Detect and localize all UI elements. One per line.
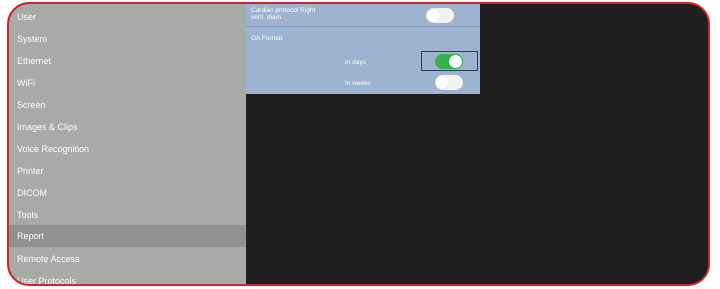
sidebar-item-label: Images & Clips (17, 122, 78, 132)
cardiac-protocol-label: Cardiac protocol Right vent. diam. (251, 7, 315, 21)
sidebar-item-user-protocols[interactable]: User Protocols (9, 270, 246, 286)
sidebar-item-remote-access[interactable]: Remote Access (9, 248, 246, 270)
sidebar-item-system[interactable]: System (9, 28, 246, 50)
sidebar-item-report[interactable]: Report (9, 225, 246, 247)
sidebar-item-label: User Protocols (17, 276, 77, 286)
sidebar-item-label: Printer (17, 166, 44, 176)
sidebar-item-label: Ethernet (17, 56, 52, 66)
sidebar-item-label: DICOM (17, 188, 47, 198)
sidebar-item-wifi[interactable]: WiFi (9, 72, 246, 94)
in-weeks-label: In weeks (345, 80, 371, 87)
row-divider (246, 26, 480, 27)
in-days-toggle[interactable] (435, 54, 463, 69)
toggle-knob (427, 9, 440, 22)
toggle-knob (436, 76, 449, 89)
sidebar-item-user[interactable]: User (9, 6, 246, 28)
sidebar-item-ethernet[interactable]: Ethernet (9, 50, 246, 72)
sidebar-item-label: Remote Access (17, 254, 80, 264)
sidebar-item-label: System (17, 34, 48, 44)
sidebar-item-label: Screen (17, 100, 46, 110)
sidebar-item-voice-recognition[interactable]: Voice Recognition (9, 138, 246, 160)
settings-window: User System Ethernet WiFi Screen Images … (7, 2, 710, 286)
sidebar-item-label: User (17, 12, 37, 22)
in-weeks-toggle[interactable] (435, 75, 463, 90)
sidebar-item-tools[interactable]: Tools (9, 204, 246, 226)
sidebar-item-dicom[interactable]: DICOM (9, 182, 246, 204)
sidebar-item-label: Voice Recognition (17, 144, 90, 154)
in-days-label: In days (345, 59, 366, 66)
toggle-knob (449, 55, 462, 68)
content-area (246, 94, 708, 284)
report-settings-panel: Cardiac protocol Right vent. diam. GA Fo… (246, 4, 480, 94)
sidebar-item-label: WiFi (17, 78, 35, 88)
sidebar-item-screen[interactable]: Screen (9, 94, 246, 116)
settings-sidebar: User System Ethernet WiFi Screen Images … (9, 4, 246, 284)
sidebar-item-printer[interactable]: Printer (9, 160, 246, 182)
sidebar-item-label: Report (17, 231, 45, 241)
sidebar-item-label: Tools (17, 210, 39, 220)
cardiac-label-line2: vent. diam. (251, 14, 283, 21)
sidebar-item-images-clips[interactable]: Images & Clips (9, 116, 246, 138)
ga-format-label: GA Format (251, 35, 283, 42)
cardiac-protocol-toggle[interactable] (426, 8, 454, 23)
cardiac-label-line1: Cardiac protocol Right (251, 7, 316, 14)
